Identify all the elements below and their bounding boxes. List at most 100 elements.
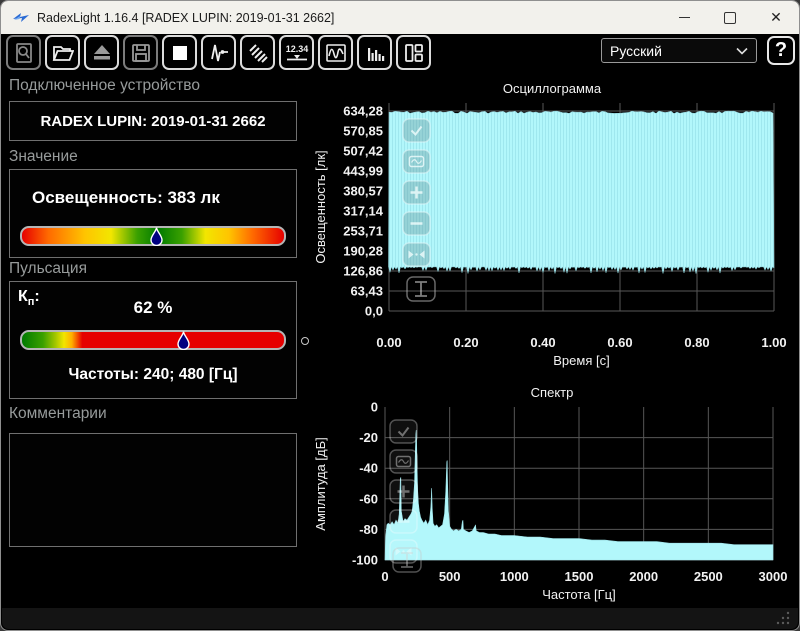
save-button[interactable] <box>123 35 158 70</box>
window-title: RadexLight 1.16.4 [RADEX LUPIN: 2019-01-… <box>37 10 335 25</box>
svg-text:Время [с]: Время [с] <box>553 353 609 368</box>
pulse-marker-button[interactable] <box>201 35 236 70</box>
diagonal-comb-icon <box>248 43 268 63</box>
waveform-icon <box>325 43 346 62</box>
chart-plus-button[interactable] <box>402 180 431 205</box>
oscillogram-waveform <box>388 110 775 274</box>
resize-grip-icon[interactable] <box>776 611 790 625</box>
device-section-header: Подключенное устройство <box>9 77 200 94</box>
maximize-icon <box>724 11 736 24</box>
svg-text:380,57: 380,57 <box>343 184 383 199</box>
svg-text:-20: -20 <box>359 430 378 445</box>
chart-check-button[interactable] <box>402 118 431 143</box>
maximize-button[interactable] <box>707 1 753 34</box>
chart-minus-button[interactable] <box>389 509 418 534</box>
svg-text:Частота [Гц]: Частота [Гц] <box>542 587 616 602</box>
svg-text:2500: 2500 <box>694 569 723 584</box>
kp-value: 62 % <box>133 298 173 317</box>
device-box: RADEX LUPIN: 2019-01-31 2662 <box>9 101 297 141</box>
svg-text:2000: 2000 <box>629 569 658 584</box>
svg-text:0.40: 0.40 <box>530 335 555 350</box>
minimize-icon <box>678 17 690 18</box>
illuminance-gauge <box>20 226 286 246</box>
svg-text:500: 500 <box>439 569 461 584</box>
floppy-disk-icon <box>131 43 150 62</box>
numeric-display-icon: 12.34 <box>285 44 308 60</box>
eject-icon <box>93 44 110 59</box>
svg-text:-40: -40 <box>359 461 378 476</box>
oscillogram-chart[interactable]: Осциллограмма 634,28 570,85 507,42 443,99 380… <box>311 77 793 373</box>
titlebar: RadexLight 1.16.4 [RADEX LUPIN: 2019-01-… <box>1 1 799 34</box>
chart-frame-button[interactable] <box>402 149 431 174</box>
toolbar: 12.34 Русский ? <box>1 34 799 71</box>
chevron-down-icon <box>736 47 748 55</box>
svg-text:Освещенность [лк]: Освещенность [лк] <box>313 150 328 263</box>
svg-text:1.00: 1.00 <box>761 335 786 350</box>
comments-input[interactable] <box>10 434 296 546</box>
chart-frame-button[interactable] <box>389 449 418 474</box>
marker-dot <box>301 337 309 345</box>
stop-square-icon <box>172 45 187 60</box>
pulsation-section-header: Пульсация <box>9 260 87 277</box>
oscillogram-view-button[interactable] <box>318 35 353 70</box>
svg-text:126,86: 126,86 <box>343 264 383 279</box>
comments-box <box>9 433 297 547</box>
svg-text:507,42: 507,42 <box>343 144 383 159</box>
svg-text:443,99: 443,99 <box>343 164 383 179</box>
pulsation-gauge <box>20 330 286 350</box>
chart-fit-button[interactable] <box>402 242 431 267</box>
svg-text:Спектр: Спектр <box>531 385 574 400</box>
svg-text:317,14: 317,14 <box>343 204 384 219</box>
svg-text:0,0: 0,0 <box>365 304 383 319</box>
svg-text:570,85: 570,85 <box>343 124 383 139</box>
minimize-button[interactable] <box>661 1 707 34</box>
illuminance-gauge-marker <box>149 227 163 246</box>
stop-button[interactable] <box>162 35 197 70</box>
spectrum-chart[interactable]: Спектр0-20-40-60-80-1000 500 1000 1500 2000 2… <box>311 384 793 606</box>
svg-text:1000: 1000 <box>500 569 529 584</box>
app-window: RadexLight 1.16.4 [RADEX LUPIN: 2019-01-… <box>0 0 800 631</box>
svg-text:63,43: 63,43 <box>350 284 383 299</box>
hatch-button[interactable] <box>240 35 275 70</box>
layout-view-button[interactable] <box>396 35 431 70</box>
app-icon <box>13 13 29 22</box>
svg-text:0.20: 0.20 <box>453 335 478 350</box>
svg-text:634,28: 634,28 <box>343 104 383 119</box>
svg-text:0.00: 0.00 <box>376 335 401 350</box>
illuminance-reading: Освещенность: 383 лк <box>32 188 220 207</box>
chart-minus-button[interactable] <box>402 211 431 236</box>
open-file-button[interactable] <box>45 35 80 70</box>
close-icon: ✕ <box>770 9 782 25</box>
language-select[interactable]: Русский <box>601 38 757 63</box>
svg-text:12.34: 12.34 <box>285 44 308 54</box>
svg-text:3000: 3000 <box>759 569 788 584</box>
chart-check-button[interactable] <box>389 419 418 444</box>
preview-button[interactable] <box>6 35 41 70</box>
help-button[interactable]: ? <box>767 36 795 65</box>
svg-text:0: 0 <box>381 569 388 584</box>
svg-text:1500: 1500 <box>565 569 594 584</box>
eject-device-button[interactable] <box>84 35 119 70</box>
comments-section-header: Комментарии <box>9 405 107 422</box>
language-value: Русский <box>610 42 662 59</box>
spectrum-view-button[interactable] <box>357 35 392 70</box>
svg-text:0: 0 <box>371 400 378 415</box>
svg-text:-60: -60 <box>359 491 378 506</box>
svg-text:0.60: 0.60 <box>607 335 632 350</box>
value-box: Освещенность: 383 лк <box>9 169 297 258</box>
svg-text:253,71: 253,71 <box>343 224 383 239</box>
svg-text:0.80: 0.80 <box>684 335 709 350</box>
svg-text:Осциллограмма: Осциллограмма <box>503 81 602 96</box>
frequencies-text: Частоты: 240; 480 [Гц] <box>68 366 238 383</box>
numeric-display-button[interactable]: 12.34 <box>279 35 314 70</box>
value-section-header: Значение <box>9 148 78 165</box>
pulsation-gauge-marker <box>177 331 190 350</box>
chart-plus-button[interactable] <box>389 479 418 504</box>
pulsation-box: Кп: 62 % Частоты: 240; 480 [Гц] <box>9 281 297 399</box>
svg-text:190,28: 190,28 <box>343 244 383 259</box>
split-layout-icon <box>404 43 423 62</box>
svg-text:-100: -100 <box>352 553 378 568</box>
device-name: RADEX LUPIN: 2019-01-31 2662 <box>40 112 266 130</box>
chart-cursor-button[interactable] <box>406 276 436 302</box>
close-button[interactable]: ✕ <box>753 1 799 34</box>
